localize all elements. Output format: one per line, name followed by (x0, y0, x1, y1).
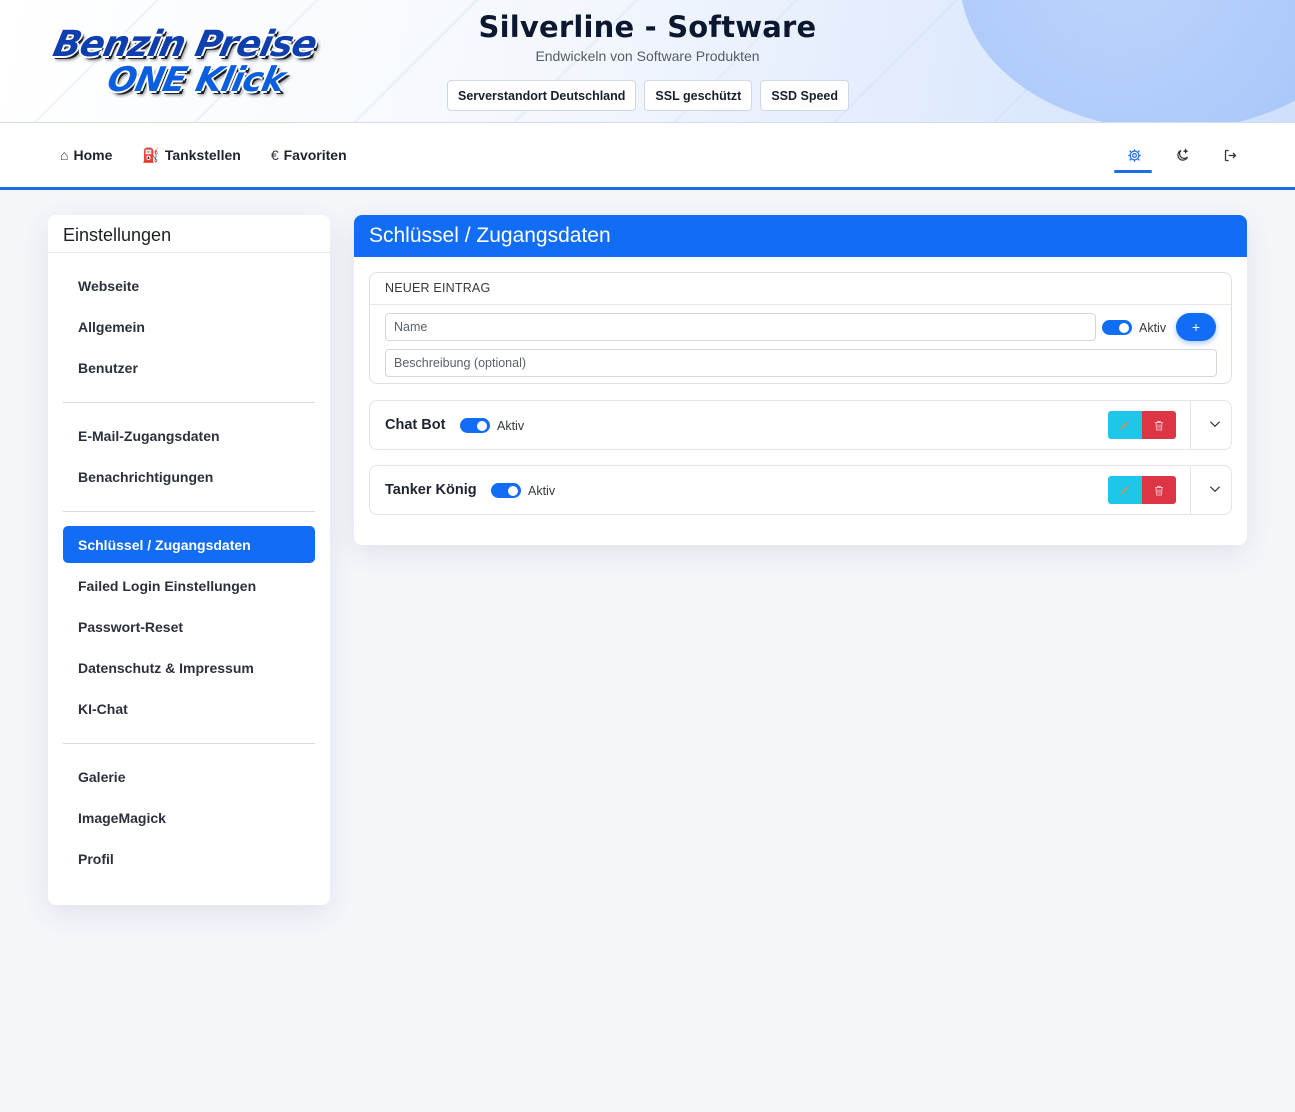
chevron-down-icon[interactable] (1208, 482, 1222, 496)
active-toggle[interactable] (1102, 320, 1132, 335)
delete-button[interactable] (1142, 411, 1176, 439)
nav-home-label: Home (73, 147, 113, 163)
nav-links: ⌂ Home ⛽ Tankstellen € Favoriten (60, 123, 347, 187)
nav-actions (1114, 123, 1240, 187)
sidebar-title: Einstellungen (48, 215, 330, 253)
theme-toggle-button[interactable] (1172, 123, 1192, 187)
active-toggle[interactable] (491, 483, 521, 498)
logout-button[interactable] (1220, 123, 1240, 187)
pencil-icon (1120, 421, 1129, 430)
sidebar-item-galerie[interactable]: Galerie (63, 758, 315, 795)
nav-favoriten[interactable]: € Favoriten (271, 147, 347, 163)
panel-title: Schlüssel / Zugangsdaten (354, 215, 1247, 257)
sidebar-item-schluessel[interactable]: Schlüssel / Zugangsdaten (63, 526, 315, 563)
nav-home[interactable]: ⌂ Home (60, 147, 112, 163)
logout-icon (1224, 149, 1236, 161)
key-entry-tanker-koenig: Tanker König Aktiv (369, 465, 1232, 515)
nav-favoriten-label: Favoriten (283, 147, 347, 163)
sidebar-menu: Webseite Allgemein Benutzer E-Mail-Zugan… (48, 253, 330, 877)
entry-divider (1190, 401, 1191, 449)
settings-sidebar: Einstellungen Webseite Allgemein Benutze… (48, 215, 330, 905)
trash-icon (1155, 485, 1163, 495)
sidebar-divider (63, 511, 315, 512)
description-input[interactable] (385, 349, 1217, 377)
new-entry-heading: NEUER EINTRAG (370, 273, 1231, 305)
sidebar-item-datenschutz[interactable]: Datenschutz & Impressum (63, 649, 315, 686)
gear-icon (1127, 148, 1141, 162)
new-entry-active-switch[interactable]: Aktiv (1102, 320, 1166, 335)
sidebar-item-allgemein[interactable]: Allgemein (63, 308, 315, 345)
logo-text-line1: Benzin Preise (49, 24, 320, 65)
active-label: Aktiv (528, 483, 556, 498)
badge-ssd: SSD Speed (760, 80, 850, 111)
brand-subtitle: Endwickeln von Software Produkten (535, 48, 760, 64)
site-logo[interactable]: Benzin Preise ONE Klick (48, 20, 338, 102)
entry-divider (1190, 466, 1191, 514)
brand-block: Silverline - Software Endwickeln von Sof… (400, 10, 895, 64)
badge-server-location: Serverstandort Deutschland (447, 80, 637, 111)
active-toggle[interactable] (460, 418, 490, 433)
euro-icon: € (270, 147, 279, 163)
fuel-pump-icon: ⛽ (142, 146, 160, 163)
moon-icon (1176, 147, 1188, 161)
nav-tankstellen[interactable]: ⛽ Tankstellen (142, 147, 240, 164)
sidebar-item-profil[interactable]: Profil (63, 840, 315, 877)
edit-button[interactable] (1108, 476, 1142, 504)
site-header: Benzin Preise ONE Klick Silverline - Sof… (0, 0, 1295, 123)
entry-active-switch[interactable]: Aktiv (491, 483, 555, 498)
entry-name: Chat Bot (385, 417, 446, 433)
sidebar-item-email-zugangsdaten[interactable]: E-Mail-Zugangsdaten (63, 417, 315, 454)
logo-text-line2: ONE Klick (103, 60, 289, 100)
badge-ssl: SSL geschützt (644, 80, 753, 111)
nav-tankstellen-label: Tankstellen (164, 147, 241, 163)
feature-badges: Serverstandort Deutschland SSL geschützt… (447, 80, 850, 111)
sidebar-item-imagemagick[interactable]: ImageMagick (63, 799, 315, 836)
chevron-down-icon[interactable] (1208, 417, 1222, 431)
edit-button[interactable] (1108, 411, 1142, 439)
active-label: Aktiv (1139, 320, 1167, 335)
add-entry-button[interactable]: + (1176, 313, 1216, 341)
sidebar-divider (63, 402, 315, 403)
name-input[interactable] (385, 313, 1096, 341)
home-icon: ⌂ (60, 147, 69, 163)
keys-panel: Schlüssel / Zugangsdaten NEUER EINTRAG A… (354, 215, 1247, 545)
sidebar-item-failed-login[interactable]: Failed Login Einstellungen (63, 567, 315, 604)
sidebar-item-passwort-reset[interactable]: Passwort-Reset (63, 608, 315, 645)
brand-title: Silverline - Software (478, 10, 817, 44)
new-entry-card: NEUER EINTRAG Aktiv + (369, 272, 1232, 384)
sidebar-item-ki-chat[interactable]: KI-Chat (63, 690, 315, 727)
sidebar-item-benutzer[interactable]: Benutzer (63, 349, 315, 386)
sidebar-item-benachrichtigungen[interactable]: Benachrichtigungen (63, 458, 315, 495)
trash-icon (1155, 420, 1163, 430)
pencil-icon (1120, 486, 1129, 495)
key-entry-chat-bot: Chat Bot Aktiv (369, 400, 1232, 450)
settings-button[interactable] (1114, 123, 1152, 187)
sidebar-item-webseite[interactable]: Webseite (63, 267, 315, 304)
active-label: Aktiv (497, 418, 525, 433)
main-navbar: ⌂ Home ⛽ Tankstellen € Favoriten (0, 123, 1295, 190)
sidebar-divider (63, 743, 315, 744)
delete-button[interactable] (1142, 476, 1176, 504)
entry-name: Tanker König (385, 482, 477, 498)
entry-active-switch[interactable]: Aktiv (460, 418, 524, 433)
